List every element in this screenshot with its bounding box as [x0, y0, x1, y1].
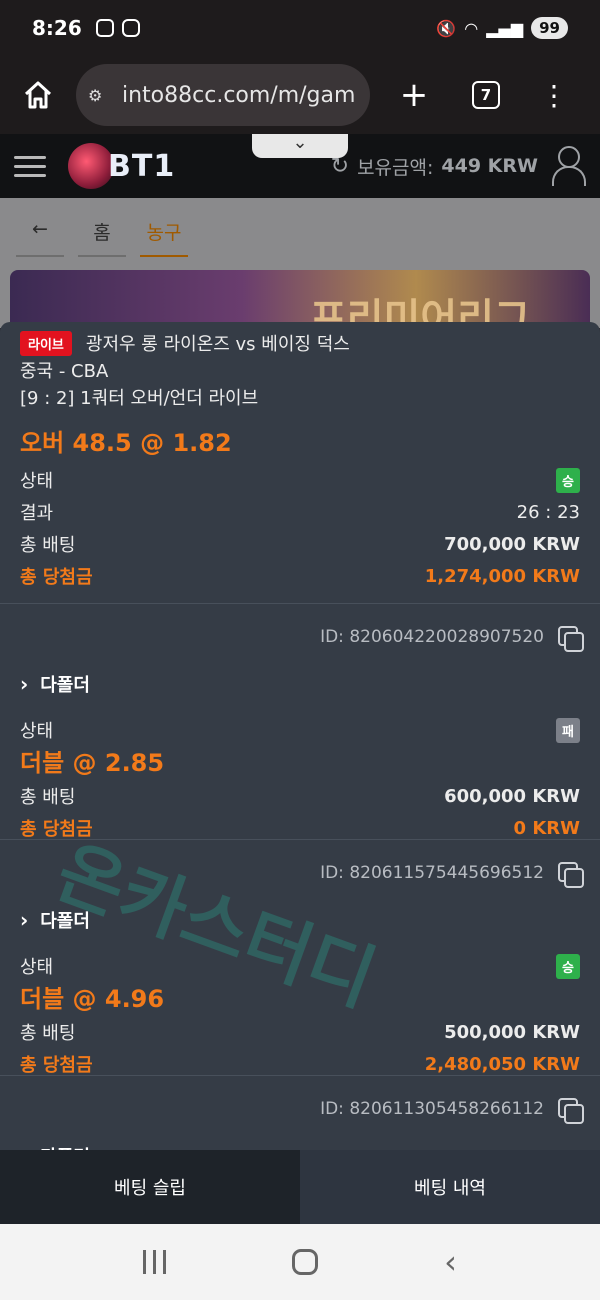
copy-icon[interactable]	[558, 626, 584, 652]
multi-bet-toggle[interactable]: ›다폴더	[20, 1136, 580, 1150]
bet-pick: 더블 @ 2.85	[20, 749, 165, 777]
bet-type: 다폴더	[40, 675, 90, 696]
match-name: 광저우 롱 라이온즈 vs 베이징 덕스	[85, 334, 350, 355]
bet-pick: 더블 @ 4.96	[20, 985, 165, 1013]
screenshot-icon	[95, 19, 114, 37]
battery-indicator: 99	[531, 17, 568, 39]
browser-toolbar: ⚙ into88cc.com/m/gam + 7 ⋮	[0, 56, 600, 134]
home-icon	[24, 81, 52, 109]
status-badge: 패	[556, 717, 580, 743]
chevron-right-icon: ›	[20, 672, 29, 696]
balance-display: ↻ 보유금액: 449 KRW	[331, 153, 538, 180]
bet-id: ID: 820611305458266112	[320, 1099, 544, 1119]
bet-pick: 오버 48.5 @ 1.82	[20, 429, 232, 457]
stake-label: 총 배팅	[20, 535, 76, 556]
system-nav-bar: ‹	[0, 1224, 600, 1300]
new-tab-button[interactable]: +	[394, 75, 434, 115]
tab-switcher-button[interactable]: 7	[472, 81, 500, 109]
multi-bet-toggle[interactable]: › 다폴더	[20, 664, 580, 704]
stake-label: 총 배팅	[20, 1023, 76, 1044]
promo-banner[interactable]: 프리미어리그	[10, 270, 590, 330]
status-label: 상태	[20, 471, 54, 492]
result-label: 결과	[20, 503, 54, 524]
multi-bet-toggle[interactable]: › 다폴더	[20, 900, 580, 940]
hamburger-menu-icon[interactable]	[14, 155, 46, 177]
payout-label: 총 당첨금	[20, 819, 93, 840]
bet-card: ID: 820611575445696512 › 다폴더 상태 승 더블 @ 4.9…	[0, 840, 600, 1076]
balance-label: 보유금액:	[357, 156, 434, 179]
payout-label: 총 당첨금	[20, 1055, 93, 1076]
breadcrumb: ← 홈 농구	[16, 212, 188, 257]
result-value: 26 : 23	[516, 501, 580, 523]
payout-value: 0 KRW	[513, 817, 580, 839]
copy-icon[interactable]	[558, 862, 584, 888]
bet-card: 라이브 광저우 롱 라이온즈 vs 베이징 덕스 중국 - CBA [9 : 2…	[0, 322, 600, 604]
home-nav-icon[interactable]	[292, 1249, 319, 1275]
mute-icon: 🔇	[436, 18, 457, 38]
status-label: 상태	[20, 957, 54, 978]
url-bar[interactable]: ⚙ into88cc.com/m/gam	[76, 64, 370, 126]
url-text: into88cc.com/m/gam	[122, 82, 356, 108]
logo-text: BT1	[108, 148, 176, 184]
wifi-icon: ◠	[464, 18, 479, 38]
breadcrumb-home[interactable]: 홈	[78, 212, 126, 257]
payout-label: 총 당첨금	[20, 567, 93, 588]
stake-value: 700,000 KRW	[444, 533, 580, 555]
tab-bet-history[interactable]: 베팅 내역	[300, 1150, 600, 1224]
copy-icon[interactable]	[558, 1098, 584, 1124]
bet-type: 다폴더	[40, 911, 90, 932]
payout-value: 1,274,000 KRW	[424, 565, 580, 587]
league-name: 중국 - CBA	[20, 361, 109, 382]
chevron-right-icon: ›	[20, 908, 29, 932]
payout-value: 2,480,050 KRW	[424, 1053, 580, 1075]
bottom-tab-bar: 베팅 슬립 베팅 내역	[0, 1150, 600, 1224]
stake-value: 500,000 KRW	[444, 1021, 580, 1043]
bet-type: 다폴더	[40, 1143, 90, 1150]
clock: 8:26	[32, 16, 82, 40]
collapse-toolbar-handle[interactable]: ⌄	[252, 134, 348, 158]
breadcrumb-basketball[interactable]: 농구	[140, 212, 188, 257]
user-icon[interactable]	[552, 146, 586, 186]
stake-value: 600,000 KRW	[444, 785, 580, 807]
live-badge: 라이브	[20, 330, 72, 356]
site-settings-icon[interactable]: ⚙	[88, 86, 114, 105]
back-nav-icon[interactable]: ‹	[444, 1243, 457, 1281]
status-badge: 승	[556, 953, 580, 979]
bet-history-panel: 라이브 광저우 롱 라이온즈 vs 베이징 덕스 중국 - CBA [9 : 2…	[0, 322, 600, 1150]
market-name: [9 : 2] 1쿼터 오버/언더 라이브	[20, 388, 259, 409]
status-label: 상태	[20, 721, 54, 742]
instagram-icon	[121, 19, 140, 37]
status-badge: 승	[556, 467, 580, 493]
tab-bet-slip[interactable]: 베팅 슬립	[0, 1150, 300, 1224]
browser-home-button[interactable]	[18, 75, 58, 115]
bet-card: ID: 820604220028907520 › 다폴더 상태 패 더블 @ 2.8…	[0, 604, 600, 840]
back-arrow-button[interactable]: ←	[16, 212, 64, 257]
balance-value: 449 KRW	[441, 155, 538, 177]
bet-id: ID: 820611575445696512	[320, 863, 544, 883]
recents-icon[interactable]	[143, 1250, 167, 1274]
browser-menu-button[interactable]: ⋮	[540, 79, 568, 112]
site-logo[interactable]: BT1	[68, 143, 175, 189]
bet-card: ID: 820611305458266112 ›다폴더	[0, 1076, 600, 1150]
signal-icon: ▂▄▆	[486, 18, 524, 38]
status-bar: 8:26 🔇 ◠ ▂▄▆ 99	[0, 0, 600, 56]
stake-label: 총 배팅	[20, 787, 76, 808]
bet-id: ID: 820604220028907520	[320, 627, 544, 647]
